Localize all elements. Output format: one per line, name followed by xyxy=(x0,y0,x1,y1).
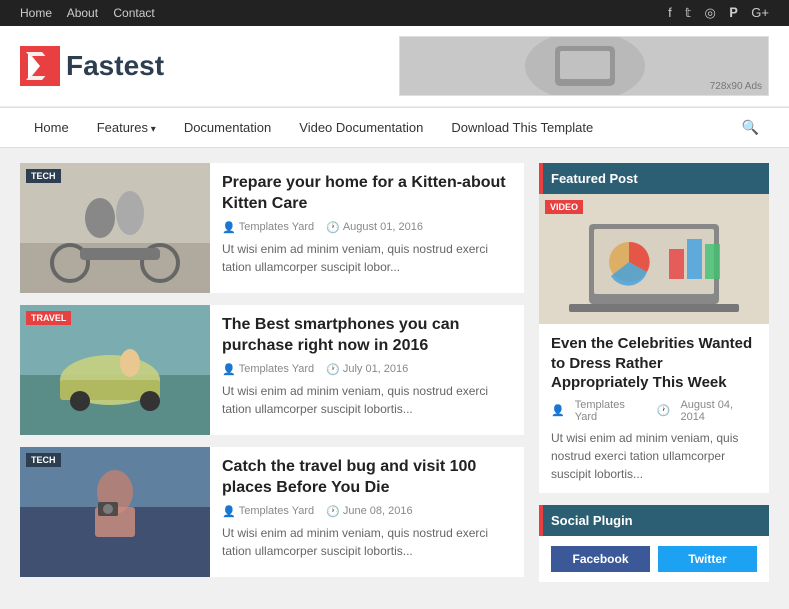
site-header: Fastest 728x90 Ads xyxy=(0,26,789,107)
topbar-nav: Home About Contact xyxy=(20,6,167,20)
video-badge: VIDEO xyxy=(545,200,583,214)
article-title: Prepare your home for a Kitten-about Kit… xyxy=(222,173,512,215)
nav-features[interactable]: Features xyxy=(83,108,170,147)
social-widget-title: Social Plugin xyxy=(539,505,769,536)
article-card: TRAVEL The Best smartphones you can purc… xyxy=(20,305,524,435)
featured-widget-title: Featured Post xyxy=(539,163,769,194)
user-icon: 👤 xyxy=(222,221,236,234)
article-meta: 👤 Templates Yard 🕐 July 01, 2016 xyxy=(222,363,512,376)
article-body: The Best smartphones you can purchase ri… xyxy=(210,305,524,435)
facebook-button[interactable]: Facebook xyxy=(551,546,650,572)
sidebar: Featured Post xyxy=(539,163,769,594)
site-name: Fastest xyxy=(66,50,164,82)
article-date: 🕐 June 08, 2016 xyxy=(326,505,412,518)
featured-post-meta: 👤 Templates Yard 🕐 August 04, 2014 xyxy=(551,399,757,423)
article-card: TECH Prepare your home for a Kitten-abou… xyxy=(20,163,524,293)
search-icon[interactable]: 🔍 xyxy=(732,109,769,146)
page-wrapper: Home About Contact f 𝕥 ◎ 𝐏 G+ Fastest xyxy=(0,0,789,609)
twitter-social-icon[interactable]: 𝕥 xyxy=(685,5,691,20)
article-meta: 👤 Templates Yard 🕐 June 08, 2016 xyxy=(222,505,512,518)
article-author: 👤 Templates Yard xyxy=(222,221,314,234)
nav-documentation[interactable]: Documentation xyxy=(170,108,285,147)
article-excerpt: Ut wisi enim ad minim veniam, quis nostr… xyxy=(222,382,512,418)
article-thumbnail: TECH xyxy=(20,447,210,577)
user-icon: 👤 xyxy=(222,363,236,376)
article-date: 🕐 July 01, 2016 xyxy=(326,363,408,376)
article-thumbnail: TECH xyxy=(20,163,210,293)
pinterest-social-icon[interactable]: 𝐏 xyxy=(729,5,738,20)
user-icon: 👤 xyxy=(222,505,236,518)
topbar: Home About Contact f 𝕥 ◎ 𝐏 G+ xyxy=(0,0,789,26)
social-buttons: Facebook Twitter xyxy=(539,536,769,582)
logo-icon xyxy=(20,46,60,86)
social-plugin-widget: Social Plugin Facebook Twitter xyxy=(539,505,769,582)
topbar-contact-link[interactable]: Contact xyxy=(113,6,154,20)
user-icon: 👤 xyxy=(551,404,565,417)
nav-links: Home Features Documentation Video Docume… xyxy=(20,108,607,147)
featured-post-thumbnail: VIDEO xyxy=(539,194,769,324)
clock-icon: 🕐 xyxy=(326,221,340,234)
article-title: The Best smartphones you can purchase ri… xyxy=(222,315,512,357)
featured-post-widget: Featured Post xyxy=(539,163,769,493)
article-author: 👤 Templates Yard xyxy=(222,505,314,518)
nav-home[interactable]: Home xyxy=(20,108,83,147)
featured-post-title: Even the Celebrities Wanted to Dress Rat… xyxy=(551,334,757,393)
article-meta: 👤 Templates Yard 🕐 August 01, 2016 xyxy=(222,221,512,234)
topbar-about-link[interactable]: About xyxy=(67,6,98,20)
content-area: TECH Prepare your home for a Kitten-abou… xyxy=(0,148,789,609)
article-badge: TECH xyxy=(26,453,61,467)
header-ad-banner: 728x90 Ads xyxy=(399,36,769,96)
article-thumbnail: TRAVEL xyxy=(20,305,210,435)
googleplus-social-icon[interactable]: G+ xyxy=(751,5,769,20)
article-excerpt: Ut wisi enim ad minim veniam, quis nostr… xyxy=(222,524,512,560)
nav-download-template[interactable]: Download This Template xyxy=(437,108,607,147)
twitter-button[interactable]: Twitter xyxy=(658,546,757,572)
main-content: TECH Prepare your home for a Kitten-abou… xyxy=(20,163,524,594)
nav-video-documentation[interactable]: Video Documentation xyxy=(285,108,437,147)
article-author: 👤 Templates Yard xyxy=(222,363,314,376)
main-nav: Home Features Documentation Video Docume… xyxy=(0,107,789,148)
featured-post-body: Even the Celebrities Wanted to Dress Rat… xyxy=(539,324,769,493)
article-badge: TECH xyxy=(26,169,61,183)
article-card: TECH Catch the travel bug and visit 100 … xyxy=(20,447,524,577)
article-date: 🕐 August 01, 2016 xyxy=(326,221,423,234)
featured-post-excerpt: Ut wisi enim ad minim veniam, quis nostr… xyxy=(551,429,757,483)
clock-icon: 🕐 xyxy=(326,505,340,518)
article-body: Prepare your home for a Kitten-about Kit… xyxy=(210,163,524,293)
article-title: Catch the travel bug and visit 100 place… xyxy=(222,457,512,499)
article-badge: TRAVEL xyxy=(26,311,71,325)
banner-image: 728x90 Ads xyxy=(400,36,768,96)
clock-icon: 🕐 xyxy=(326,363,340,376)
instagram-social-icon[interactable]: ◎ xyxy=(704,5,715,20)
banner-ad-label: 728x90 Ads xyxy=(710,81,762,92)
site-logo: Fastest xyxy=(20,46,164,86)
article-body: Catch the travel bug and visit 100 place… xyxy=(210,447,524,577)
topbar-home-link[interactable]: Home xyxy=(20,6,52,20)
facebook-social-icon[interactable]: f xyxy=(668,5,672,20)
clock-icon: 🕐 xyxy=(657,404,671,417)
article-excerpt: Ut wisi enim ad minim veniam, quis nostr… xyxy=(222,240,512,276)
topbar-social: f 𝕥 ◎ 𝐏 G+ xyxy=(658,5,769,21)
